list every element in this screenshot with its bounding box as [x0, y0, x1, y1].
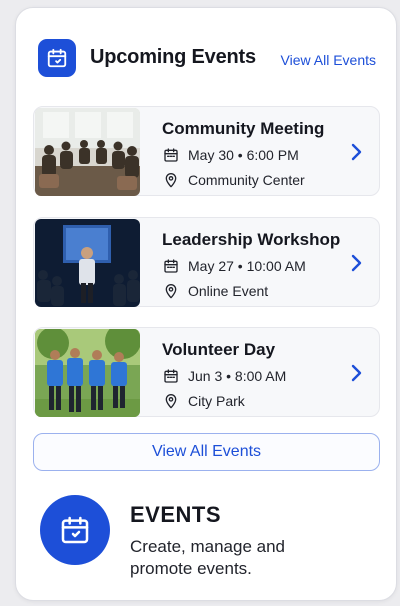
chevron-right-icon[interactable]	[349, 253, 363, 273]
event-date-text: May 27 • 10:00 AM	[188, 258, 306, 274]
leadership-workshop-photo	[35, 219, 140, 307]
event-date: May 27 • 10:00 AM	[162, 257, 306, 275]
upcoming-events-card: Upcoming Events View All Events Communit…	[15, 7, 397, 601]
chevron-right-icon[interactable]	[349, 363, 363, 383]
calendar-icon	[40, 495, 110, 565]
calendar-icon	[162, 146, 180, 164]
event-location-text: Online Event	[188, 283, 269, 299]
community-meeting-photo	[35, 108, 140, 196]
card-header: Upcoming Events View All Events	[16, 8, 396, 104]
event-location: City Park	[162, 392, 245, 410]
event-date: Jun 3 • 8:00 AM	[162, 367, 286, 385]
event-title: Leadership Workshop	[162, 230, 341, 249]
event-title: Volunteer Day	[162, 340, 276, 359]
location-pin-icon	[162, 282, 180, 300]
calendar-icon	[38, 39, 76, 77]
event-location-text: Community Center	[188, 172, 305, 188]
location-pin-icon	[162, 171, 180, 189]
volunteer-day-photo	[35, 329, 140, 417]
event-location: Community Center	[162, 171, 305, 189]
event-date-text: Jun 3 • 8:00 AM	[188, 368, 287, 384]
view-all-events-button[interactable]: View All Events	[33, 433, 380, 471]
calendar-icon	[162, 367, 180, 385]
page-title: Upcoming Events	[90, 46, 256, 68]
event-location-text: City Park	[188, 393, 245, 409]
chevron-right-icon[interactable]	[349, 142, 363, 162]
calendar-icon	[162, 257, 180, 275]
view-all-events-link[interactable]: View All Events	[281, 52, 376, 68]
event-location: Online Event	[162, 282, 268, 300]
event-item-leadership-workshop[interactable]: Leadership Workshop May 27 • 10:00 AM On…	[33, 217, 380, 307]
promo-title: EVENTS	[130, 502, 222, 527]
event-date: May 30 • 6:00 PM	[162, 146, 299, 164]
event-title: Community Meeting	[162, 119, 325, 138]
event-item-volunteer-day[interactable]: Volunteer Day Jun 3 • 8:00 AM City Park	[33, 327, 380, 417]
event-date-text: May 30 • 6:00 PM	[188, 147, 299, 163]
promo-subtitle: Create, manage and promote events.	[130, 537, 285, 578]
location-pin-icon	[162, 392, 180, 410]
event-item-community-meeting[interactable]: Community Meeting May 30 • 6:00 PM Commu…	[33, 106, 380, 196]
